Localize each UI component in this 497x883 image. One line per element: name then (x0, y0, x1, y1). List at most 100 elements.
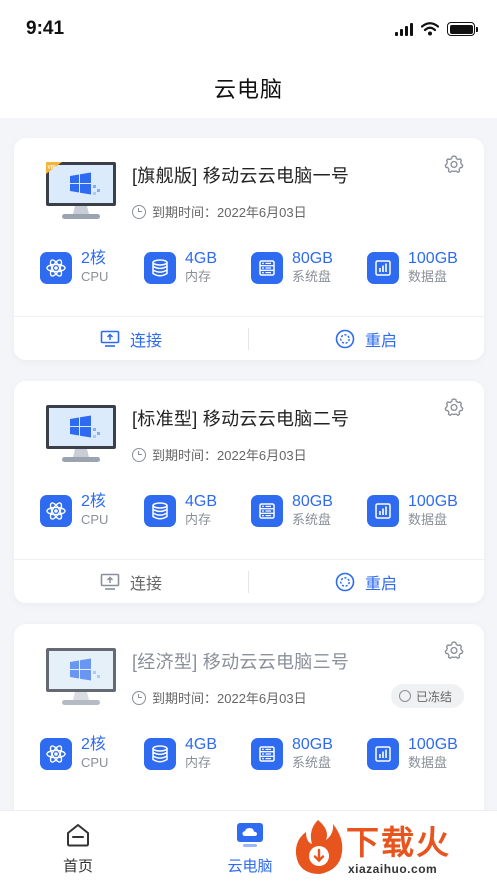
restart-button[interactable]: 重启 (249, 317, 483, 361)
spec-value: 80GB (292, 736, 333, 753)
screen-share-icon (100, 330, 120, 347)
monitor-icon (46, 405, 116, 462)
spec-label: 数据盘 (408, 512, 448, 527)
spec-cpu: 2核 CPU (40, 493, 108, 529)
spec-label: CPU (81, 755, 109, 770)
clock-icon (132, 690, 146, 705)
expire-text: 到期时间：2022年6月03日 (152, 448, 307, 463)
watermark-text: 下载火 (346, 824, 451, 861)
spec-value: 4GB (185, 493, 218, 510)
monitor-icon: VIP (46, 162, 116, 219)
monitor-icon (46, 648, 116, 705)
spec-value: 2核 (81, 250, 106, 267)
connect-button[interactable]: 连接 (14, 560, 248, 604)
spec-label: 系统盘 (292, 512, 332, 527)
cloud-pc-card[interactable]: [经济型] 移动云云电脑三号 到期时间：2022年6月03日 已冻结 2核 CPU (14, 624, 484, 810)
status-badge-label: 已冻结 (415, 689, 452, 704)
spec-row: 2核 CPU 4GB 内存 80GB 系统盘 100GB 数据盘 (14, 724, 484, 802)
spec-value: 100GB (408, 736, 458, 753)
spec-data-disk: 100GB 数据盘 (367, 736, 458, 772)
status-badge: 已冻结 (390, 684, 464, 708)
spec-memory: 4GB 内存 (144, 250, 217, 286)
spec-value: 100GB (408, 493, 458, 510)
status-icons (395, 22, 478, 36)
database-icon (144, 495, 176, 527)
nav-bar: 云电脑 (0, 62, 497, 118)
disk-list-icon (251, 495, 283, 527)
spec-memory: 4GB 内存 (144, 736, 217, 772)
spec-value: 2核 (81, 736, 106, 753)
watermark-url: xiazaihuo.com (348, 862, 438, 876)
status-icon (398, 690, 411, 702)
spec-value: 4GB (185, 250, 218, 267)
disk-list-icon (251, 738, 283, 770)
spec-value: 80GB (292, 250, 333, 267)
spec-value: 4GB (185, 736, 218, 753)
spec-label: 数据盘 (408, 755, 448, 770)
restart-label: 重启 (364, 333, 397, 350)
spec-cpu: 2核 CPU (40, 250, 108, 286)
restart-icon (335, 329, 355, 349)
spec-value: 100GB (408, 250, 458, 267)
card-list[interactable]: VIP [旗舰版] 移动云云电脑一号 到期时间：2022年6月03日 2核 CPU (0, 118, 497, 810)
cloud-pc-card[interactable]: [标准型] 移动云云电脑二号 到期时间：2022年6月03日 2核 CPU 4G… (14, 381, 484, 603)
spec-label: CPU (81, 269, 109, 284)
watermark-logo: 下载火 xiazaihuo.com (290, 812, 490, 882)
spec-label: 系统盘 (292, 755, 332, 770)
card-title: [标准型] 移动云云电脑二号 (132, 409, 350, 429)
spec-label: 数据盘 (408, 269, 448, 284)
gear-icon[interactable] (444, 640, 464, 660)
bar-chart-icon (367, 495, 399, 527)
spec-cpu: 2核 CPU (40, 736, 108, 772)
status-bar: 9:41 (0, 0, 497, 62)
database-icon (144, 252, 176, 284)
atom-icon (40, 495, 72, 527)
svg-text:VIP: VIP (48, 165, 57, 171)
card-title: [经济型] 移动云云电脑三号 (132, 652, 350, 672)
card-actions: 连接 重启 (14, 316, 484, 360)
connect-label: 连接 (129, 333, 162, 350)
restart-icon (335, 572, 355, 592)
clock-icon (132, 204, 146, 219)
page-title: 云电脑 (213, 77, 283, 102)
spec-value: 80GB (292, 493, 333, 510)
battery-icon (447, 22, 478, 36)
atom-icon (40, 738, 72, 770)
spec-label: 内存 (185, 755, 212, 770)
flame-logo-icon (295, 820, 343, 874)
spec-label: 内存 (185, 512, 212, 527)
tab-home[interactable]: 首页 (18, 821, 138, 876)
expire-text: 到期时间：2022年6月03日 (152, 691, 307, 706)
disk-list-icon (251, 252, 283, 284)
spec-data-disk: 100GB 数据盘 (367, 493, 458, 529)
cellular-signal-icon (395, 22, 413, 36)
spec-row: 2核 CPU 4GB 内存 80GB 系统盘 100GB 数据盘 (14, 481, 484, 559)
bar-chart-icon (367, 738, 399, 770)
gear-icon[interactable] (444, 397, 464, 417)
database-icon (144, 738, 176, 770)
clock-icon (132, 447, 146, 462)
status-time: 9:41 (26, 18, 65, 39)
card-title: [旗舰版] 移动云云电脑一号 (132, 166, 350, 186)
expire-date: 到期时间：2022年6月03日 (132, 202, 307, 221)
home-icon (67, 824, 89, 847)
expire-date: 到期时间：2022年6月03日 (132, 688, 307, 707)
spec-label: CPU (81, 512, 109, 527)
connect-button[interactable]: 连接 (14, 317, 248, 361)
card-actions: 连接 重启 (14, 559, 484, 603)
connect-label: 连接 (129, 576, 162, 593)
gear-icon[interactable] (444, 154, 464, 174)
spec-system-disk: 80GB 系统盘 (251, 736, 333, 772)
spec-label: 系统盘 (292, 269, 332, 284)
expire-date: 到期时间：2022年6月03日 (132, 445, 307, 464)
spec-system-disk: 80GB 系统盘 (251, 250, 333, 286)
spec-memory: 4GB 内存 (144, 493, 217, 529)
cloud-pc-card[interactable]: VIP [旗舰版] 移动云云电脑一号 到期时间：2022年6月03日 2核 CPU (14, 138, 484, 360)
restart-label: 重启 (364, 576, 397, 593)
wifi-icon (421, 22, 439, 36)
restart-button[interactable]: 重启 (249, 560, 483, 604)
expire-text: 到期时间：2022年6月03日 (152, 205, 307, 220)
spec-data-disk: 100GB 数据盘 (367, 250, 458, 286)
screen-share-icon (100, 573, 120, 590)
atom-icon (40, 252, 72, 284)
